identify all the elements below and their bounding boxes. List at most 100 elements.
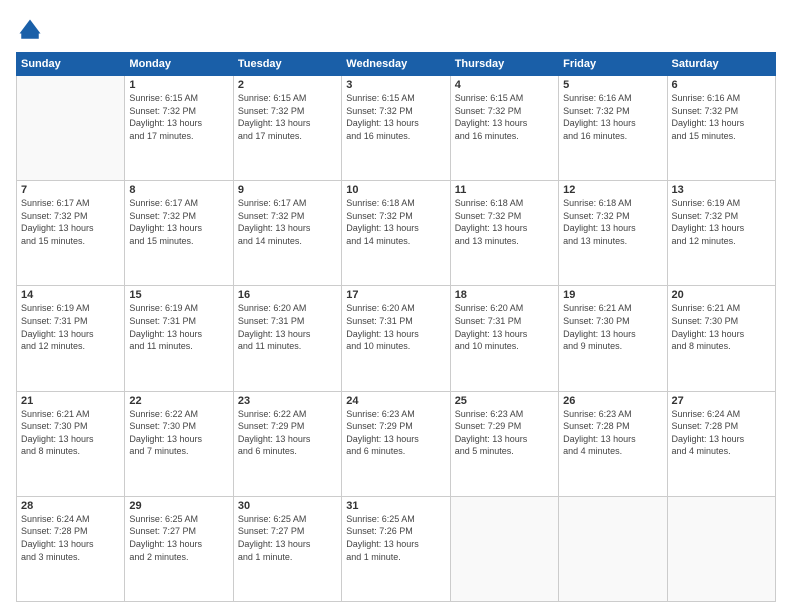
cell-info: Sunrise: 6:20 AM Sunset: 7:31 PM Dayligh… [346,302,445,352]
table-row: 17Sunrise: 6:20 AM Sunset: 7:31 PM Dayli… [342,286,450,391]
table-row: 23Sunrise: 6:22 AM Sunset: 7:29 PM Dayli… [233,391,341,496]
col-tuesday: Tuesday [233,53,341,76]
cell-info: Sunrise: 6:21 AM Sunset: 7:30 PM Dayligh… [563,302,662,352]
day-number: 11 [455,184,554,196]
cell-info: Sunrise: 6:15 AM Sunset: 7:32 PM Dayligh… [238,92,337,142]
table-row [17,76,125,181]
cell-info: Sunrise: 6:22 AM Sunset: 7:30 PM Dayligh… [129,408,228,458]
table-row: 3Sunrise: 6:15 AM Sunset: 7:32 PM Daylig… [342,76,450,181]
day-number: 13 [672,184,771,196]
col-thursday: Thursday [450,53,558,76]
table-row: 25Sunrise: 6:23 AM Sunset: 7:29 PM Dayli… [450,391,558,496]
table-row: 16Sunrise: 6:20 AM Sunset: 7:31 PM Dayli… [233,286,341,391]
cell-info: Sunrise: 6:24 AM Sunset: 7:28 PM Dayligh… [672,408,771,458]
day-number: 3 [346,79,445,91]
cell-info: Sunrise: 6:20 AM Sunset: 7:31 PM Dayligh… [238,302,337,352]
table-row: 28Sunrise: 6:24 AM Sunset: 7:28 PM Dayli… [17,496,125,601]
day-number: 10 [346,184,445,196]
table-row: 15Sunrise: 6:19 AM Sunset: 7:31 PM Dayli… [125,286,233,391]
day-number: 6 [672,79,771,91]
day-number: 25 [455,395,554,407]
table-row: 20Sunrise: 6:21 AM Sunset: 7:30 PM Dayli… [667,286,775,391]
day-number: 15 [129,289,228,301]
page: Sunday Monday Tuesday Wednesday Thursday… [0,0,792,612]
cell-info: Sunrise: 6:19 AM Sunset: 7:31 PM Dayligh… [21,302,120,352]
table-row: 2Sunrise: 6:15 AM Sunset: 7:32 PM Daylig… [233,76,341,181]
cell-info: Sunrise: 6:19 AM Sunset: 7:31 PM Dayligh… [129,302,228,352]
cell-info: Sunrise: 6:23 AM Sunset: 7:29 PM Dayligh… [455,408,554,458]
cell-info: Sunrise: 6:17 AM Sunset: 7:32 PM Dayligh… [238,197,337,247]
day-number: 8 [129,184,228,196]
day-number: 26 [563,395,662,407]
table-row: 6Sunrise: 6:16 AM Sunset: 7:32 PM Daylig… [667,76,775,181]
table-row [559,496,667,601]
table-row: 14Sunrise: 6:19 AM Sunset: 7:31 PM Dayli… [17,286,125,391]
cell-info: Sunrise: 6:20 AM Sunset: 7:31 PM Dayligh… [455,302,554,352]
col-wednesday: Wednesday [342,53,450,76]
day-number: 12 [563,184,662,196]
cell-info: Sunrise: 6:16 AM Sunset: 7:32 PM Dayligh… [563,92,662,142]
logo [16,16,48,44]
day-number: 21 [21,395,120,407]
table-row: 18Sunrise: 6:20 AM Sunset: 7:31 PM Dayli… [450,286,558,391]
col-sunday: Sunday [17,53,125,76]
calendar-header-row: Sunday Monday Tuesday Wednesday Thursday… [17,53,776,76]
day-number: 30 [238,500,337,512]
cell-info: Sunrise: 6:15 AM Sunset: 7:32 PM Dayligh… [455,92,554,142]
cell-info: Sunrise: 6:24 AM Sunset: 7:28 PM Dayligh… [21,513,120,563]
cell-info: Sunrise: 6:19 AM Sunset: 7:32 PM Dayligh… [672,197,771,247]
cell-info: Sunrise: 6:15 AM Sunset: 7:32 PM Dayligh… [346,92,445,142]
cell-info: Sunrise: 6:17 AM Sunset: 7:32 PM Dayligh… [129,197,228,247]
table-row: 19Sunrise: 6:21 AM Sunset: 7:30 PM Dayli… [559,286,667,391]
cell-info: Sunrise: 6:16 AM Sunset: 7:32 PM Dayligh… [672,92,771,142]
day-number: 7 [21,184,120,196]
day-number: 27 [672,395,771,407]
day-number: 18 [455,289,554,301]
day-number: 23 [238,395,337,407]
col-monday: Monday [125,53,233,76]
table-row: 13Sunrise: 6:19 AM Sunset: 7:32 PM Dayli… [667,181,775,286]
cell-info: Sunrise: 6:22 AM Sunset: 7:29 PM Dayligh… [238,408,337,458]
col-friday: Friday [559,53,667,76]
logo-icon [16,16,44,44]
cell-info: Sunrise: 6:18 AM Sunset: 7:32 PM Dayligh… [346,197,445,247]
day-number: 17 [346,289,445,301]
day-number: 4 [455,79,554,91]
table-row: 7Sunrise: 6:17 AM Sunset: 7:32 PM Daylig… [17,181,125,286]
cell-info: Sunrise: 6:18 AM Sunset: 7:32 PM Dayligh… [563,197,662,247]
day-number: 29 [129,500,228,512]
cell-info: Sunrise: 6:17 AM Sunset: 7:32 PM Dayligh… [21,197,120,247]
col-saturday: Saturday [667,53,775,76]
cell-info: Sunrise: 6:18 AM Sunset: 7:32 PM Dayligh… [455,197,554,247]
header [16,16,776,44]
table-row: 22Sunrise: 6:22 AM Sunset: 7:30 PM Dayli… [125,391,233,496]
cell-info: Sunrise: 6:21 AM Sunset: 7:30 PM Dayligh… [21,408,120,458]
calendar-table: Sunday Monday Tuesday Wednesday Thursday… [16,52,776,602]
calendar-week-row: 1 Sunrise: 6:15 AM Sunset: 7:32 PM Daylig… [17,76,776,181]
day-number: 9 [238,184,337,196]
day-number: 5 [563,79,662,91]
table-row: 31Sunrise: 6:25 AM Sunset: 7:26 PM Dayli… [342,496,450,601]
table-row: 11Sunrise: 6:18 AM Sunset: 7:32 PM Dayli… [450,181,558,286]
day-number: 22 [129,395,228,407]
cell-info: Sunrise: 6:23 AM Sunset: 7:28 PM Dayligh… [563,408,662,458]
table-row: 26Sunrise: 6:23 AM Sunset: 7:28 PM Dayli… [559,391,667,496]
day-number: 19 [563,289,662,301]
cell-info: Sunrise: 6:25 AM Sunset: 7:26 PM Dayligh… [346,513,445,563]
day-number: 20 [672,289,771,301]
table-row: 12Sunrise: 6:18 AM Sunset: 7:32 PM Dayli… [559,181,667,286]
table-row: 29Sunrise: 6:25 AM Sunset: 7:27 PM Dayli… [125,496,233,601]
cell-info: Sunrise: 6:23 AM Sunset: 7:29 PM Dayligh… [346,408,445,458]
table-row: 21Sunrise: 6:21 AM Sunset: 7:30 PM Dayli… [17,391,125,496]
day-number: 2 [238,79,337,91]
calendar-week-row: 7Sunrise: 6:17 AM Sunset: 7:32 PM Daylig… [17,181,776,286]
table-row: 24Sunrise: 6:23 AM Sunset: 7:29 PM Dayli… [342,391,450,496]
day-number: 1 [129,79,228,91]
day-number: 24 [346,395,445,407]
table-row: 4Sunrise: 6:15 AM Sunset: 7:32 PM Daylig… [450,76,558,181]
table-row: 8Sunrise: 6:17 AM Sunset: 7:32 PM Daylig… [125,181,233,286]
day-number: 31 [346,500,445,512]
calendar-week-row: 28Sunrise: 6:24 AM Sunset: 7:28 PM Dayli… [17,496,776,601]
table-row: 5Sunrise: 6:16 AM Sunset: 7:32 PM Daylig… [559,76,667,181]
calendar-week-row: 14Sunrise: 6:19 AM Sunset: 7:31 PM Dayli… [17,286,776,391]
